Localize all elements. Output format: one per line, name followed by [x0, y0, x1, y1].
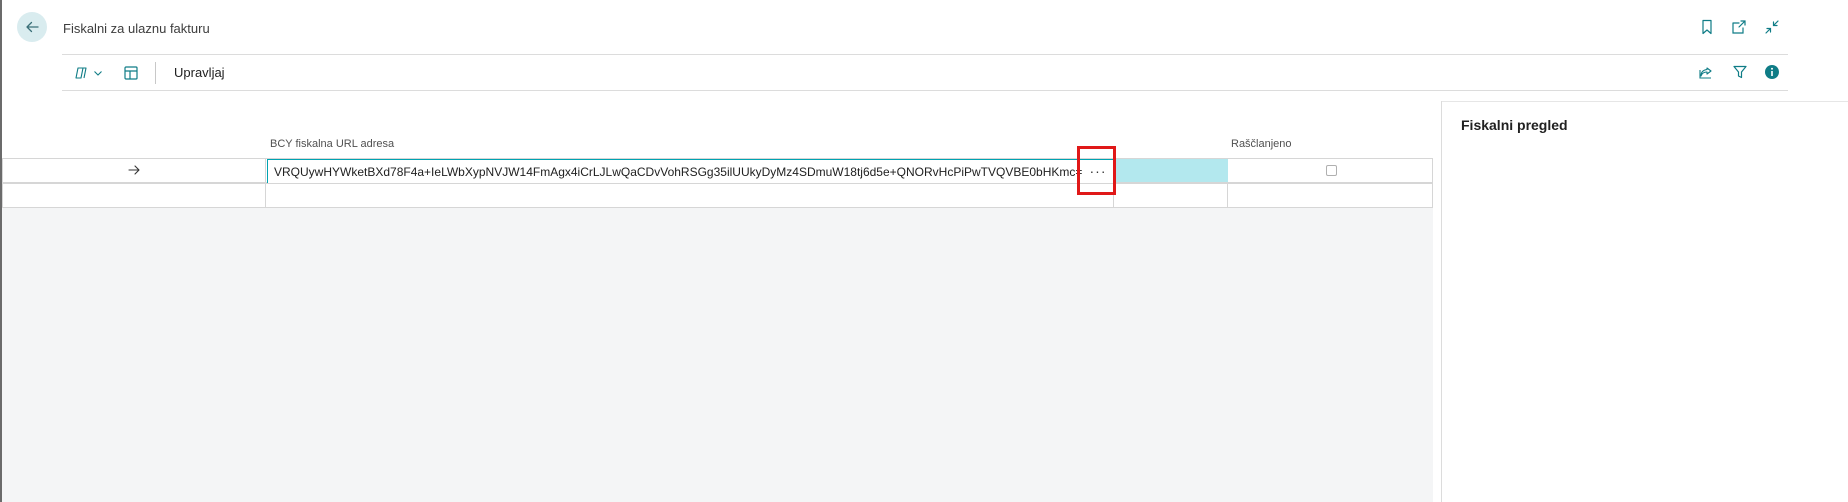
info-icon[interactable]	[1763, 63, 1781, 81]
bookmark-icon[interactable]	[1698, 18, 1716, 36]
factbox-title: Fiskalni pregled	[1461, 117, 1568, 133]
table-row[interactable]: VRQUywHYWketBXd78F4a+IeLWbXypNVJW14FmAgx…	[2, 158, 1433, 184]
personalize-button[interactable]	[123, 64, 139, 82]
column-header-parsed[interactable]: Raščlanjeno	[1231, 138, 1292, 150]
cell-divider	[1227, 184, 1228, 207]
cell-divider	[265, 184, 266, 207]
factbox-panel	[1442, 101, 1848, 502]
copilot-menu-button[interactable]	[73, 64, 104, 82]
parsed-checkbox[interactable]	[1326, 165, 1337, 176]
selected-cell[interactable]	[1115, 159, 1228, 182]
ellipsis-icon: ···	[1089, 163, 1107, 179]
copilot-icon	[75, 67, 87, 79]
assist-edit-button[interactable]: ···	[1084, 161, 1112, 181]
back-button[interactable]	[17, 12, 47, 42]
header-divider	[62, 54, 1788, 55]
layout-icon	[124, 66, 138, 80]
table-row[interactable]	[2, 183, 1433, 208]
url-field[interactable]: VRQUywHYWketBXd78F4a+IeLWbXypNVJW14FmAgx…	[267, 159, 1114, 184]
manage-menu[interactable]: Upravljaj	[174, 65, 225, 80]
chevron-down-icon	[94, 71, 102, 76]
arrow-left-icon	[26, 21, 39, 33]
column-header-url[interactable]: BCY fiskalna URL adresa	[270, 138, 394, 150]
share-icon[interactable]	[1697, 63, 1715, 81]
row-selected-arrow-icon[interactable]	[127, 163, 141, 182]
cell-divider	[265, 159, 266, 182]
page-title: Fiskalni za ulaznu fakturu	[63, 21, 210, 36]
collapse-icon[interactable]	[1763, 18, 1781, 36]
filter-icon[interactable]	[1731, 63, 1749, 81]
action-bar-separator	[155, 62, 156, 84]
cell-divider	[1113, 184, 1114, 207]
open-new-window-icon[interactable]	[1730, 18, 1748, 36]
list-header-area	[2, 101, 1433, 159]
action-bar-divider	[62, 90, 1788, 91]
